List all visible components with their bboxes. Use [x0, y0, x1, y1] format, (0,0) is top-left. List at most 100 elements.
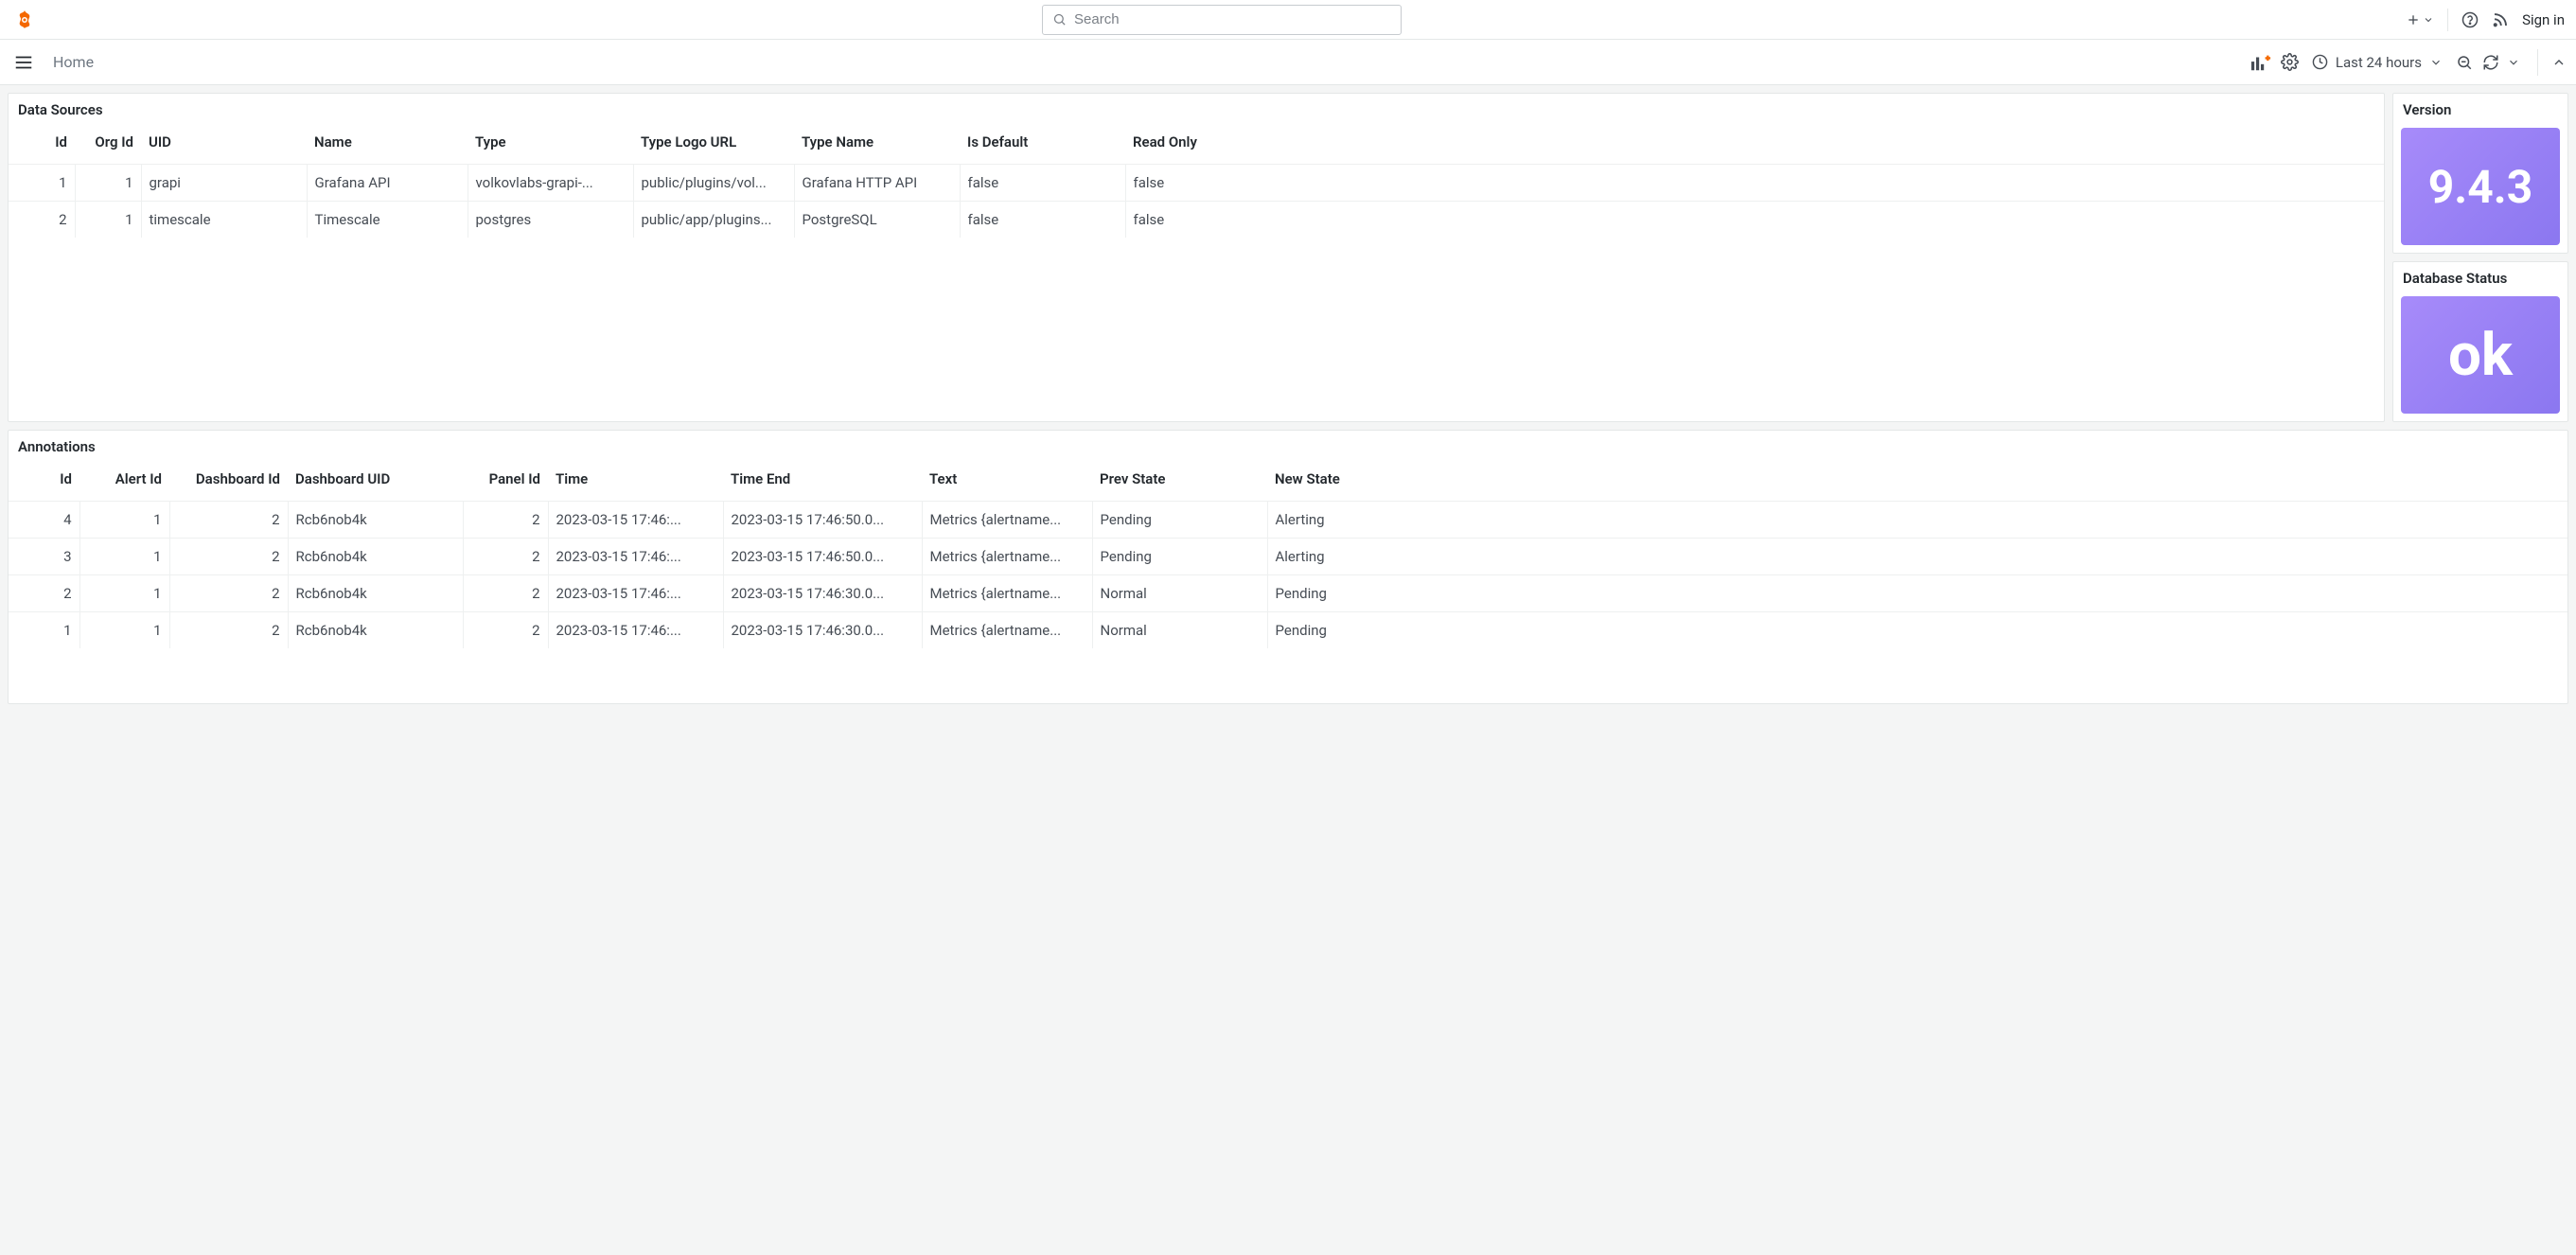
table-cell: 1: [9, 612, 79, 649]
table-cell: 2023-03-15 17:46:...: [548, 539, 723, 575]
table-header[interactable]: Time End: [723, 461, 922, 502]
table-header[interactable]: Alert Id: [79, 461, 169, 502]
table-cell: Normal: [1092, 575, 1267, 612]
table-cell: Rcb6nob4k: [288, 539, 463, 575]
version-stat: 9.4.3: [2401, 128, 2560, 245]
table-cell: Metrics {alertname...: [922, 612, 1092, 649]
table-cell: Pending: [1267, 575, 2567, 612]
zoom-out-button[interactable]: [2456, 54, 2473, 71]
refresh-icon: [2482, 54, 2499, 71]
refresh-button[interactable]: [2482, 54, 2499, 71]
table-cell: Rcb6nob4k: [288, 502, 463, 539]
table-cell: Pending: [1092, 539, 1267, 575]
panel-add-icon: [2250, 53, 2271, 72]
table-header[interactable]: Time: [548, 461, 723, 502]
table-header[interactable]: UID: [141, 124, 307, 165]
table-cell: 2023-03-15 17:46:30.0...: [723, 612, 922, 649]
table-cell: timescale: [141, 202, 307, 239]
table-cell: 1: [79, 502, 169, 539]
table-header[interactable]: Id: [9, 461, 79, 502]
collapse-button[interactable]: [2551, 55, 2567, 70]
help-button[interactable]: [2461, 11, 2479, 28]
table-header[interactable]: Org Id: [75, 124, 141, 165]
rss-icon: [2492, 11, 2509, 28]
table-row[interactable]: 212Rcb6nob4k22023-03-15 17:46:...2023-03…: [9, 575, 2567, 612]
table-cell: 2: [169, 539, 288, 575]
signin-link[interactable]: Sign in: [2522, 11, 2565, 28]
table-cell: public/app/plugins...: [633, 202, 794, 239]
chevron-down-icon: [2423, 14, 2434, 26]
search-input-wrapper[interactable]: [1042, 5, 1402, 35]
breadcrumb[interactable]: Home: [53, 53, 94, 71]
panel-title[interactable]: Database Status: [2393, 262, 2567, 292]
annotations-table: IdAlert IdDashboard IdDashboard UIDPanel…: [9, 461, 2567, 648]
table-header[interactable]: Type Logo URL: [633, 124, 794, 165]
table-cell: 2023-03-15 17:46:...: [548, 575, 723, 612]
table-header[interactable]: Dashboard UID: [288, 461, 463, 502]
table-header[interactable]: Type: [468, 124, 633, 165]
table-cell: 2: [9, 575, 79, 612]
table-cell: Metrics {alertname...: [922, 575, 1092, 612]
panel-title[interactable]: Version: [2393, 94, 2567, 124]
table-header[interactable]: Type Name: [794, 124, 960, 165]
news-button[interactable]: [2492, 11, 2509, 28]
panel-title[interactable]: Annotations: [9, 431, 2567, 461]
add-panel-button[interactable]: [2250, 53, 2271, 72]
menu-toggle[interactable]: [9, 48, 38, 77]
table-cell: Normal: [1092, 612, 1267, 649]
table-cell: Metrics {alertname...: [922, 502, 1092, 539]
table-cell: 2: [463, 539, 548, 575]
table-header[interactable]: Prev State: [1092, 461, 1267, 502]
dbstatus-stat: ok: [2401, 296, 2560, 414]
add-menu[interactable]: [2406, 12, 2434, 27]
table-cell: 1: [9, 165, 75, 202]
dashboard-grid: Data Sources IdOrg IdUIDNameTypeType Log…: [0, 85, 2576, 712]
timerange-picker[interactable]: Last 24 hours: [2308, 48, 2446, 77]
table-cell: grapi: [141, 165, 307, 202]
table-cell: Rcb6nob4k: [288, 575, 463, 612]
table-row[interactable]: 112Rcb6nob4k22023-03-15 17:46:...2023-03…: [9, 612, 2567, 649]
panel-version: Version 9.4.3: [2392, 93, 2568, 254]
table-cell: 2: [169, 612, 288, 649]
table-cell: false: [960, 202, 1125, 239]
table-cell: 2: [9, 202, 75, 239]
table-cell: 1: [75, 165, 141, 202]
table-row[interactable]: 312Rcb6nob4k22023-03-15 17:46:...2023-03…: [9, 539, 2567, 575]
table-cell: 1: [79, 539, 169, 575]
search-input[interactable]: [1074, 11, 1391, 27]
table-cell: Pending: [1092, 502, 1267, 539]
table-row[interactable]: 412Rcb6nob4k22023-03-15 17:46:...2023-03…: [9, 502, 2567, 539]
table-cell: volkovlabs-grapi-...: [468, 165, 633, 202]
table-row[interactable]: 11grapiGrafana APIvolkovlabs-grapi-...pu…: [9, 165, 2384, 202]
gear-icon: [2281, 53, 2299, 71]
table-cell: 3: [9, 539, 79, 575]
app-logo[interactable]: [11, 7, 38, 33]
dashboard-toolbar: Home Last 24 hours: [0, 40, 2576, 85]
table-cell: 2023-03-15 17:46:50.0...: [723, 502, 922, 539]
table-cell: false: [960, 165, 1125, 202]
table-row[interactable]: 21timescaleTimescalepostgrespublic/app/p…: [9, 202, 2384, 239]
table-cell: 4: [9, 502, 79, 539]
table-header[interactable]: Dashboard Id: [169, 461, 288, 502]
timerange-label: Last 24 hours: [2336, 54, 2422, 71]
panel-database-status: Database Status ok: [2392, 261, 2568, 422]
table-header[interactable]: Text: [922, 461, 1092, 502]
table-cell: Pending: [1267, 612, 2567, 649]
divider: [2537, 49, 2538, 76]
refresh-interval-menu[interactable]: [2503, 52, 2524, 73]
table-cell: 1: [79, 575, 169, 612]
table-cell: 1: [79, 612, 169, 649]
table-header[interactable]: Panel Id: [463, 461, 548, 502]
table-cell: 2: [463, 502, 548, 539]
table-header[interactable]: New State: [1267, 461, 2567, 502]
table-header[interactable]: Read Only: [1125, 124, 2384, 165]
settings-button[interactable]: [2281, 53, 2299, 71]
table-cell: Timescale: [307, 202, 468, 239]
table-cell: PostgreSQL: [794, 202, 960, 239]
panel-title[interactable]: Data Sources: [9, 94, 2384, 124]
panel-datasources: Data Sources IdOrg IdUIDNameTypeType Log…: [8, 93, 2385, 422]
table-header[interactable]: Id: [9, 124, 75, 165]
table-cell: 1: [75, 202, 141, 239]
table-header[interactable]: Is Default: [960, 124, 1125, 165]
table-header[interactable]: Name: [307, 124, 468, 165]
